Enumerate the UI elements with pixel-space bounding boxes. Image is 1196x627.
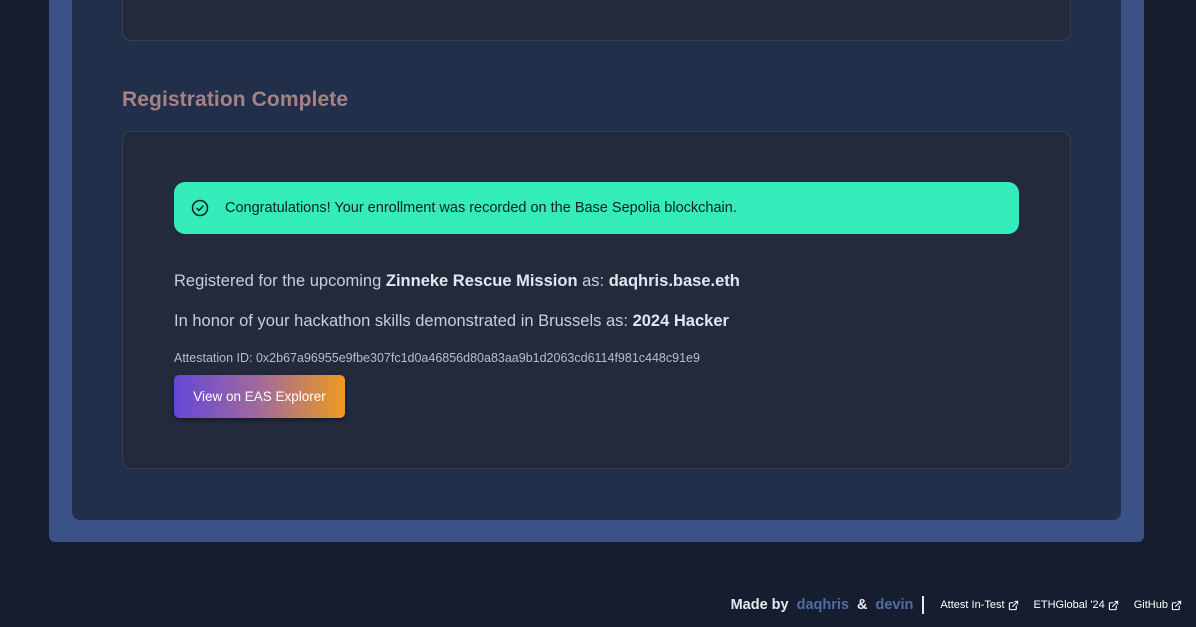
content-panel: Registration Complete Congratulations! Y… (72, 0, 1121, 520)
footer-divider (922, 596, 925, 614)
honor-line: In honor of your hackathon skills demons… (174, 312, 729, 331)
footer: Made by daqhris & devin Attest In-Test E… (731, 596, 1182, 614)
external-link-icon (1171, 600, 1182, 611)
section-title: Registration Complete (122, 88, 349, 111)
registration-prefix: Registered for the upcoming (174, 272, 386, 290)
view-on-eas-explorer-button[interactable]: View on EAS Explorer (174, 375, 345, 418)
attest-in-test-link[interactable]: Attest In-Test (940, 599, 1018, 611)
mission-name: Zinneke Rescue Mission (385, 272, 578, 290)
honor-prefix: In honor of your hackathon skills demons… (174, 312, 633, 330)
attestation-id: Attestation ID: 0x2b67a96955e9fbe307fc1d… (174, 351, 700, 365)
previous-card (122, 0, 1071, 41)
success-alert: Congratulations! Your enrollment was rec… (174, 182, 1019, 234)
ethglobal-label: ETHGlobal '24 (1033, 599, 1105, 611)
external-link-icon (1008, 600, 1019, 611)
ampersand: & (856, 597, 868, 613)
attest-in-test-label: Attest In-Test (940, 599, 1005, 611)
registration-as: as: (577, 272, 609, 290)
alert-message: Congratulations! Your enrollment was rec… (225, 200, 737, 216)
github-link[interactable]: GitHub (1134, 599, 1182, 611)
ethglobal-link[interactable]: ETHGlobal '24 (1034, 599, 1119, 611)
registration-card: Congratulations! Your enrollment was rec… (122, 131, 1071, 469)
registered-name: daqhris.base.eth (608, 272, 740, 290)
author-link-devin[interactable]: devin (875, 597, 913, 613)
attestation-value: 0x2b67a96955e9fbe307fc1d0a46856d80a83aa9… (255, 351, 700, 365)
github-label: GitHub (1133, 599, 1168, 611)
external-link-icon (1108, 600, 1119, 611)
attestation-label: Attestation ID: (174, 351, 256, 365)
made-by-label: Made by (730, 597, 789, 613)
check-circle-icon (191, 199, 209, 217)
honor-role: 2024 Hacker (632, 312, 729, 330)
registration-line: Registered for the upcoming Zinneke Resc… (174, 272, 740, 291)
outer-frame: Registration Complete Congratulations! Y… (49, 0, 1144, 542)
author-link-daqhris[interactable]: daqhris (797, 597, 849, 613)
